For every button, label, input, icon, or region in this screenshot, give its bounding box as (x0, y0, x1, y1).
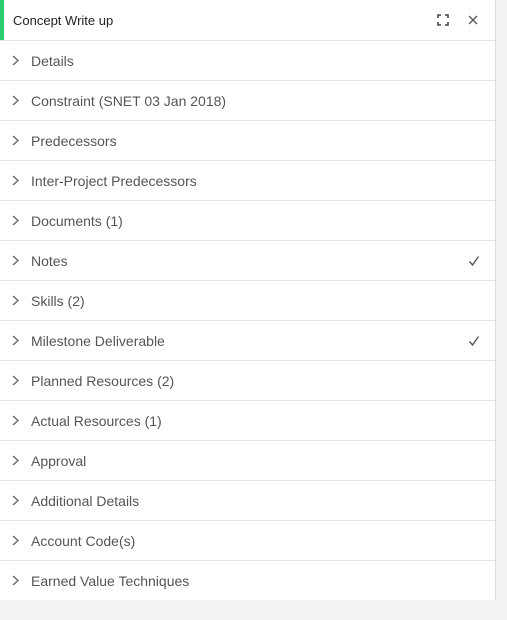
chevron-right-icon (10, 534, 20, 548)
accordion-section[interactable]: Notes (0, 241, 495, 281)
checkmark-icon (467, 333, 481, 349)
accordion-section[interactable]: Additional Details (0, 481, 495, 521)
section-label: Details (31, 52, 74, 69)
accordion-section[interactable]: Milestone Deliverable (0, 321, 495, 361)
section-label: Predecessors (31, 132, 117, 149)
chevron-right-icon (10, 54, 20, 68)
accordion-section[interactable]: Constraint (SNET 03 Jan 2018) (0, 81, 495, 121)
accordion-section[interactable]: Actual Resources (1) (0, 401, 495, 441)
chevron-right-icon (10, 214, 20, 228)
accordion-section[interactable]: Inter-Project Predecessors (0, 161, 495, 201)
scroll-gutter (496, 0, 507, 620)
section-label: Additional Details (31, 492, 140, 509)
accordion-section[interactable]: Earned Value Techniques (0, 561, 495, 601)
panel-footer-space (0, 600, 496, 620)
panel-title: Concept Write up (13, 12, 114, 28)
status-accent-bar (0, 0, 4, 40)
section-label: Actual Resources (1) (31, 412, 162, 429)
section-label: Notes (31, 252, 68, 269)
section-label: Account Code(s) (31, 532, 136, 549)
section-label: Milestone Deliverable (31, 332, 165, 349)
chevron-right-icon (10, 254, 20, 268)
chevron-right-icon (10, 294, 20, 308)
section-list: Details Constraint (SNET 03 Jan 2018) Pred… (0, 41, 495, 601)
chevron-right-icon (10, 94, 20, 108)
section-label: Documents (1) (31, 212, 123, 229)
chevron-right-icon (10, 334, 20, 348)
accordion-section[interactable]: Predecessors (0, 121, 495, 161)
checkmark-icon (467, 253, 481, 269)
chevron-right-icon (10, 494, 20, 508)
panel-header: Concept Write up (0, 0, 495, 41)
accordion-section[interactable]: Details (0, 41, 495, 81)
section-label: Earned Value Techniques (31, 572, 190, 589)
chevron-right-icon (10, 454, 20, 468)
header-actions (435, 0, 481, 40)
accordion-section[interactable]: Account Code(s) (0, 521, 495, 561)
accordion-section[interactable]: Approval (0, 441, 495, 481)
chevron-right-icon (10, 134, 20, 148)
chevron-right-icon (10, 174, 20, 188)
section-label: Approval (31, 452, 87, 469)
chevron-right-icon (10, 414, 20, 428)
section-label: Skills (2) (31, 292, 85, 309)
accordion-section[interactable]: Documents (1) (0, 201, 495, 241)
section-label: Planned Resources (2) (31, 372, 175, 389)
section-label: Constraint (SNET 03 Jan 2018) (31, 92, 227, 109)
expand-icon[interactable] (435, 12, 451, 28)
chevron-right-icon (10, 574, 20, 588)
close-icon[interactable] (465, 12, 481, 28)
accordion-section[interactable]: Planned Resources (2) (0, 361, 495, 401)
chevron-right-icon (10, 374, 20, 388)
details-panel: Concept Write up Details Constraint (SNET… (0, 0, 496, 620)
accordion-section[interactable]: Skills (2) (0, 281, 495, 321)
section-label: Inter-Project Predecessors (31, 172, 197, 189)
